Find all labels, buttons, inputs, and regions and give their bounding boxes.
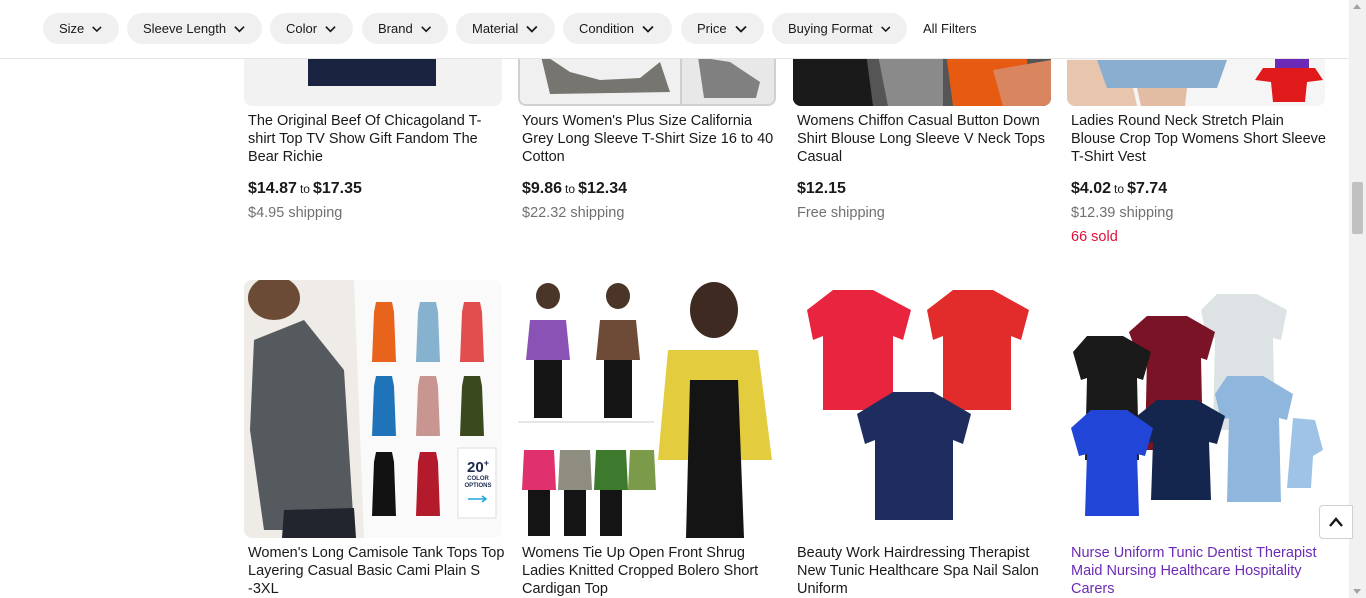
price-high: $7.74 (1127, 180, 1168, 197)
listing-shipping: $4.95 shipping (248, 205, 343, 221)
listing-shipping: $22.32 shipping (522, 205, 625, 221)
filter-bar: Size Sleeve Length Color Brand Material … (0, 0, 1349, 59)
listing-title[interactable]: Womens Tie Up Open Front Shrug Ladies Kn… (522, 544, 780, 598)
listing-title[interactable]: Womens Chiffon Casual Button Down Shirt … (797, 112, 1055, 166)
filter-label: Color (286, 21, 318, 36)
sold-count: 66 sold (1071, 229, 1118, 245)
listing-image[interactable]: 20+ COLOR OPTIONS (244, 280, 502, 538)
filter-condition-button[interactable]: Condition (563, 13, 672, 44)
listing-title[interactable]: Ladies Round Neck Stretch Plain Blouse C… (1071, 112, 1329, 166)
chevron-down-icon (92, 25, 102, 32)
price-to: to (1114, 182, 1125, 196)
listing-title[interactable]: Women's Long Camisole Tank Tops Top Laye… (248, 544, 506, 598)
badge-text-color: COLOR (467, 476, 489, 482)
shrug-cardigan-image (518, 280, 776, 538)
scroll-down-arrow-icon[interactable] (1353, 589, 1361, 594)
filter-label: Condition (579, 21, 634, 36)
chevron-down-icon (420, 25, 431, 32)
beauty-tunic-image (793, 280, 1051, 538)
listing-image[interactable] (518, 280, 776, 538)
price-to: to (565, 182, 576, 196)
filter-price-button[interactable]: Price (681, 13, 764, 44)
listing-title[interactable]: Nurse Uniform Tunic Dentist Therapist Ma… (1071, 544, 1329, 598)
scroll-up-arrow-icon[interactable] (1353, 4, 1361, 9)
listing-price: $4.02 to $7.74 (1071, 180, 1167, 198)
scrollbar-thumb[interactable] (1352, 182, 1363, 234)
chevron-down-icon (234, 25, 245, 32)
filter-label: Brand (378, 21, 413, 36)
chevron-down-icon (526, 25, 538, 33)
listing-shipping: $12.39 shipping (1071, 205, 1174, 221)
chevron-down-icon (880, 25, 890, 32)
listing-title[interactable]: Yours Women's Plus Size California Grey … (522, 112, 780, 166)
listing-price: $12.15 (797, 180, 846, 197)
filter-label: Size (59, 21, 85, 36)
chevron-down-icon (734, 25, 747, 33)
filter-label: Material (472, 21, 519, 36)
arrow-right-icon (468, 495, 488, 503)
back-to-top-button[interactable] (1319, 505, 1353, 539)
filter-sleeve-length-button[interactable]: Sleeve Length (127, 13, 262, 44)
price-low: $14.87 (248, 180, 297, 197)
filter-label: Buying Format (788, 21, 873, 36)
listing-image[interactable] (793, 280, 1051, 538)
color-options-badge: 20+ COLOR OPTIONS (461, 458, 495, 507)
badge-plus: + (483, 458, 489, 468)
badge-number: 20 (467, 459, 484, 476)
listing-price: $9.86 to $12.34 (522, 180, 627, 198)
all-filters-link[interactable]: All Filters (923, 13, 976, 44)
filter-label: Price (697, 21, 727, 36)
listing-price: $14.87 to $17.35 (248, 180, 362, 198)
price-high: $17.35 (312, 180, 362, 197)
chevron-down-icon (325, 25, 336, 32)
price-to: to (299, 182, 310, 196)
filter-label: Sleeve Length (143, 21, 227, 36)
nurse-uniform-image (1067, 280, 1325, 538)
listing-title[interactable]: Beauty Work Hairdressing Therapist New T… (797, 544, 1055, 598)
filter-buying-format-button[interactable]: Buying Format (772, 13, 907, 44)
filter-color-button[interactable]: Color (270, 13, 353, 44)
filter-brand-button[interactable]: Brand (362, 13, 448, 44)
listing-shipping: Free shipping (797, 205, 885, 221)
chevron-down-icon (642, 25, 654, 33)
filter-material-button[interactable]: Material (456, 13, 555, 44)
badge-text-options: OPTIONS (464, 483, 492, 489)
chevron-up-icon (1329, 517, 1343, 527)
price-high: $12.34 (578, 180, 627, 197)
filter-size-button[interactable]: Size (43, 13, 119, 44)
price-low: $4.02 (1071, 180, 1112, 197)
listing-image[interactable] (1067, 280, 1325, 538)
listing-title[interactable]: The Original Beef Of Chicagoland T-shirt… (248, 112, 506, 166)
price-low: $9.86 (522, 180, 563, 197)
